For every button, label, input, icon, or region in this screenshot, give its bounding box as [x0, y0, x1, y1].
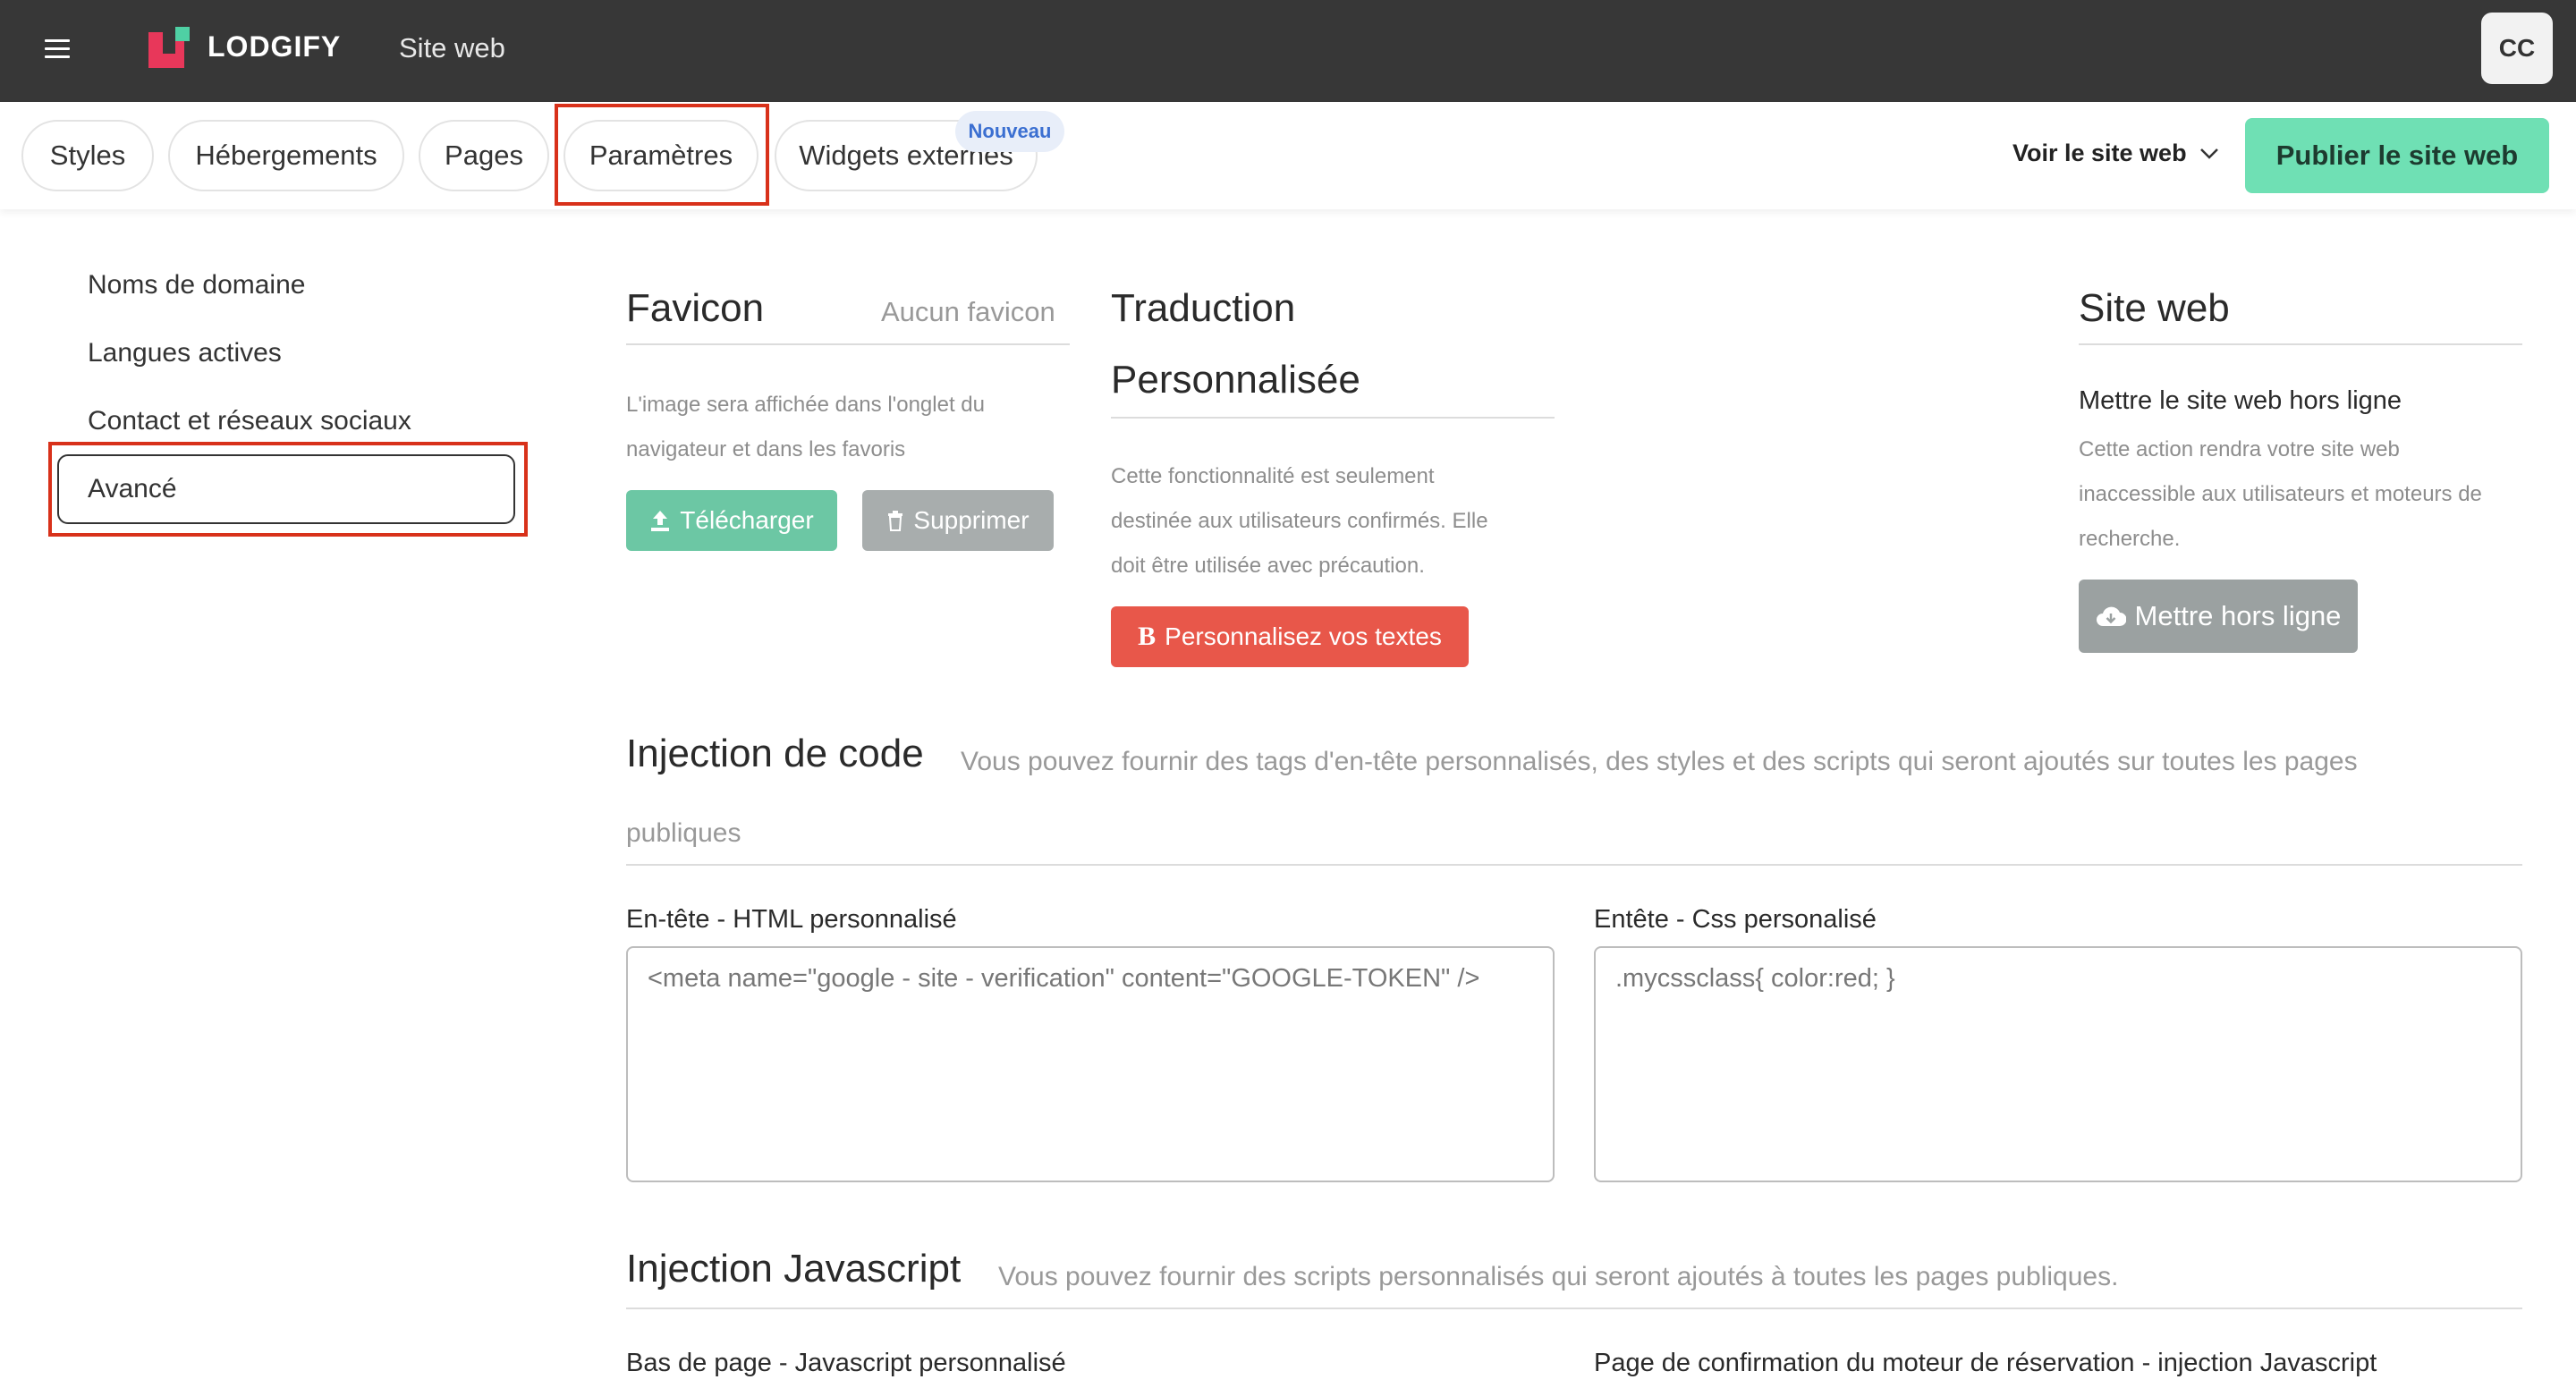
bold-b-icon: B — [1138, 622, 1157, 651]
lodgify-logo-icon — [148, 27, 190, 68]
translation-desc-1: Cette fonctionnalité est seulement — [1111, 464, 1435, 488]
avatar[interactable]: CC — [2481, 13, 2553, 84]
favicon-title: Favicon — [626, 286, 765, 330]
translation-desc-3: doit être utilisée avec précaution. — [1111, 554, 1425, 578]
favicon-desc-2: navigateur et dans les favoris — [626, 437, 906, 461]
sidebar-item-noms-de-domaine[interactable]: Noms de domaine — [88, 270, 305, 300]
html-header-label: En-tête - HTML personnalisé — [626, 905, 957, 934]
code-injection-title: Injection de code — [626, 732, 924, 775]
view-site-dropdown[interactable]: Voir le site web — [2012, 140, 2219, 167]
tab-styles[interactable]: Styles — [21, 120, 154, 191]
offline-button[interactable]: Mettre hors ligne — [2079, 580, 2358, 653]
offline-label: Mettre hors ligne — [2134, 600, 2342, 631]
js-injection-title: Injection Javascript — [626, 1247, 962, 1291]
css-header-label: Entête - Css personalisé — [1594, 905, 1877, 934]
css-header-textarea[interactable]: .mycssclass{ color:red; } — [1594, 946, 2522, 1182]
app-title: Site web — [399, 32, 505, 63]
code-injection-desc-2: publiques — [626, 818, 741, 848]
logo-text: LODGIFY — [208, 30, 342, 63]
translation-desc-2: destinée aux utilisateurs confirmés. Ell… — [1111, 509, 1488, 533]
customize-texts-label: Personnalisez vos textes — [1165, 622, 1442, 650]
highlight-frame-parametres — [555, 104, 769, 206]
top-bar: LODGIFY Site web CC — [0, 0, 2576, 102]
view-site-label: Voir le site web — [2012, 140, 2187, 166]
cloud-download-icon — [2096, 606, 2126, 626]
code-injection-desc-1: Vous pouvez fournir des tags d'en-tête p… — [961, 747, 2358, 776]
upload-label: Télécharger — [680, 506, 814, 534]
upload-button[interactable]: Télécharger — [626, 490, 837, 551]
website-desc-3: recherche. — [2079, 527, 2181, 551]
trash-icon — [888, 511, 903, 531]
divider — [1111, 417, 1555, 419]
divider — [626, 1308, 2522, 1309]
website-desc-2: inaccessible aux utilisateurs et moteurs… — [2079, 482, 2482, 506]
divider — [2079, 343, 2522, 345]
website-title: Site web — [2079, 286, 2230, 330]
js-injection-desc: Vous pouvez fournir des scripts personna… — [998, 1262, 2119, 1291]
html-header-textarea[interactable]: <meta name="google - site - verification… — [626, 946, 1555, 1182]
highlight-frame-avance — [48, 442, 528, 537]
delete-button[interactable]: Supprimer — [862, 490, 1054, 551]
website-offline-subtitle: Mettre le site web hors ligne — [2079, 386, 2402, 415]
publish-button[interactable]: Publier le site web — [2245, 118, 2549, 193]
upload-icon — [651, 511, 670, 531]
sidebar-item-langues-actives[interactable]: Langues actives — [88, 338, 282, 368]
translation-title-1: Traduction — [1111, 286, 1296, 330]
confirmation-js-label: Page de confirmation du moteur de réserv… — [1594, 1349, 2377, 1377]
favicon-status: Aucun favicon — [881, 296, 1055, 327]
footer-js-label: Bas de page - Javascript personnalisé — [626, 1349, 1066, 1377]
translation-title-2: Personnalisée — [1111, 358, 1360, 402]
divider — [626, 864, 2522, 866]
tab-pages[interactable]: Pages — [419, 120, 549, 191]
divider — [626, 343, 1070, 345]
sidebar-item-contact[interactable]: Contact et réseaux sociaux — [88, 406, 411, 436]
tab-hebergements[interactable]: Hébergements — [168, 120, 404, 191]
website-desc-1: Cette action rendra votre site web — [2079, 437, 2400, 461]
customize-texts-button[interactable]: B Personnalisez vos textes — [1111, 606, 1469, 667]
new-badge: Nouveau — [955, 111, 1064, 152]
chevron-down-icon — [2199, 148, 2218, 159]
menu-icon[interactable] — [45, 39, 70, 59]
delete-label: Supprimer — [913, 506, 1030, 534]
favicon-desc-1: L'image sera affichée dans l'onglet du — [626, 393, 985, 417]
